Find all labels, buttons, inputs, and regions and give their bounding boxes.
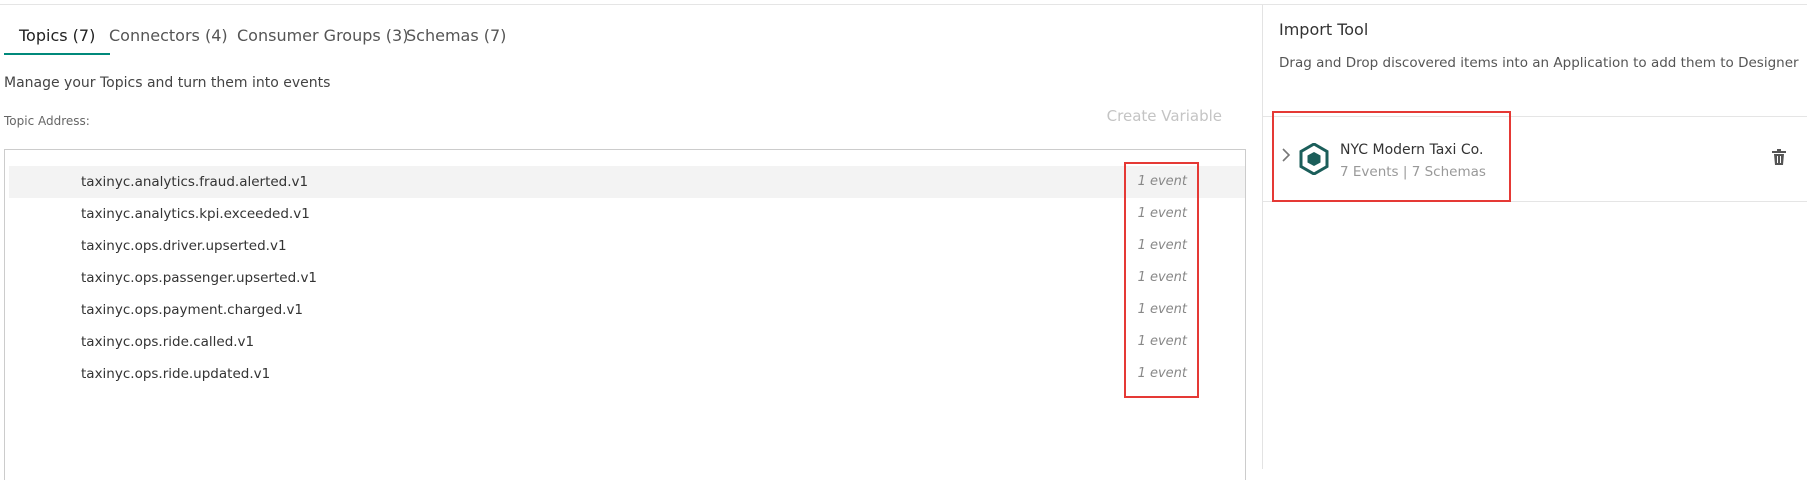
topic-row[interactable]: taxinyc.analytics.kpi.exceeded.v1 1 even…: [9, 198, 1245, 230]
trash-icon[interactable]: [1772, 149, 1786, 169]
topic-row[interactable]: taxinyc.ops.ride.called.v1 1 event: [9, 326, 1245, 358]
topic-row[interactable]: taxinyc.analytics.fraud.alerted.v1 1 eve…: [9, 166, 1245, 198]
event-count-highlight-box: [1124, 162, 1199, 398]
topics-description: Manage your Topics and turn them into ev…: [4, 75, 331, 91]
import-tool-panel: Import Tool Drag and Drop discovered ite…: [1263, 5, 1807, 469]
import-tool-description: Drag and Drop discovered items into an A…: [1279, 55, 1799, 71]
topic-name: taxinyc.ops.payment.charged.v1: [81, 302, 304, 318]
topic-row[interactable]: taxinyc.ops.payment.charged.v1 1 event: [9, 294, 1245, 326]
topic-name: taxinyc.ops.ride.updated.v1: [81, 366, 271, 382]
topic-row[interactable]: taxinyc.ops.driver.upserted.v1 1 event: [9, 230, 1245, 262]
topic-name: taxinyc.ops.passenger.upserted.v1: [81, 270, 318, 286]
tab-topics[interactable]: Topics (7): [4, 19, 111, 55]
topic-name: taxinyc.analytics.fraud.alerted.v1: [81, 174, 309, 190]
create-variable-button[interactable]: Create Variable: [1107, 107, 1222, 125]
topic-name: taxinyc.ops.ride.called.v1: [81, 334, 255, 350]
topic-name: taxinyc.ops.driver.upserted.v1: [81, 238, 287, 254]
tab-connectors[interactable]: Connectors (4): [109, 19, 228, 53]
topic-row[interactable]: taxinyc.ops.ride.updated.v1 1 event: [9, 358, 1245, 390]
topic-address-label: Topic Address:: [4, 114, 90, 128]
import-tool-title: Import Tool: [1279, 20, 1369, 39]
tab-schemas[interactable]: Schemas (7): [406, 19, 506, 53]
topics-panel: Topics (7) Connectors (4) Consumer Group…: [0, 5, 1262, 480]
topic-name: taxinyc.analytics.kpi.exceeded.v1: [81, 206, 310, 222]
application-highlight-box: [1272, 111, 1511, 202]
topic-list: taxinyc.analytics.fraud.alerted.v1 1 eve…: [4, 149, 1246, 480]
tab-consumer-groups[interactable]: Consumer Groups (3): [237, 19, 408, 53]
topic-row[interactable]: taxinyc.ops.passenger.upserted.v1 1 even…: [9, 262, 1245, 294]
